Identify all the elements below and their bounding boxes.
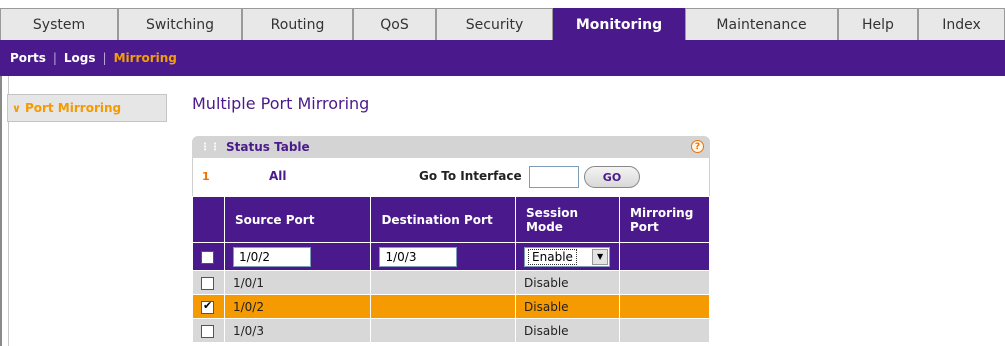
tab-routing[interactable]: Routing [242,8,353,40]
tab-maintenance[interactable]: Maintenance [685,8,838,40]
column-header-mirroring-port: Mirroring Port [619,196,710,243]
session-mode-cell: Disable [515,270,621,295]
pager-row: 1 All Go To Interface GO [192,158,710,196]
select-column-header [192,196,225,243]
table-header-row: Source Port Destination Port Session Mod… [192,196,710,243]
help-icon[interactable]: ? [691,140,704,153]
tab-switching[interactable]: Switching [118,8,242,40]
source-port-cell: 1/0/1 [223,270,372,295]
mirroring-port-cell [619,294,710,319]
go-to-interface-input[interactable] [529,166,579,188]
tab-label: System [32,16,86,33]
tab-label: QoS [380,16,409,33]
subnav-separator: | [102,51,107,65]
page-title: Multiple Port Mirroring [192,94,370,113]
go-to-interface-label: Go To Interface [419,169,522,183]
sub-nav-bar: Ports | Logs | Mirroring [0,40,1005,76]
column-header-destination-port: Destination Port [370,196,517,243]
tab-label: Monitoring [575,16,663,33]
top-tab-bar: System Switching Routing QoS Security Mo… [0,0,1005,40]
go-button[interactable]: GO [584,166,640,188]
page-number-link[interactable]: 1 [202,170,210,183]
subnav-mirroring[interactable]: Mirroring [114,51,177,65]
edit-row-source-cell [223,242,372,271]
session-mode-select[interactable]: Enable ▼ [524,246,611,267]
row-checkbox[interactable] [201,276,214,290]
sidebar-item-label: Port Mirroring [24,101,122,115]
row-checkbox[interactable] [201,299,214,314]
dropdown-arrow-icon: ▼ [592,248,609,265]
tab-system[interactable]: System [0,8,118,40]
edit-row-session-mode-cell: Enable ▼ [515,242,621,271]
tab-security[interactable]: Security [436,8,553,40]
grip-icon: ⋮⋮ [200,141,220,153]
panel-header: ⋮⋮ Status Table ? [192,136,710,158]
column-header-source-port: Source Port [223,196,372,243]
row-checkbox[interactable] [201,324,214,338]
row-select-cell [192,270,225,295]
subnav-ports[interactable]: Ports [10,51,46,65]
edit-row: Enable ▼ [192,242,710,271]
destination-port-cell [370,318,517,343]
edit-row-select-cell [192,242,225,271]
tab-label: Switching [146,16,214,33]
mirroring-port-cell [619,318,710,343]
panel-title: Status Table [226,140,310,154]
table-row[interactable]: 1/0/2 Disable [192,294,710,319]
tab-label: Security [465,16,524,33]
destination-port-cell [370,270,517,295]
subnav-separator: | [52,51,57,65]
source-port-cell: 1/0/2 [223,294,372,319]
tab-label: Routing [270,16,325,33]
row-select-cell [192,318,225,343]
tab-label: Index [942,16,981,33]
mirroring-port-cell [619,270,710,295]
tab-label: Maintenance [716,16,807,33]
edit-row-checkbox[interactable] [201,250,214,264]
destination-port-cell [370,294,517,319]
tab-monitoring[interactable]: Monitoring [553,8,685,40]
table-row[interactable]: 1/0/3 Disable [192,318,710,343]
edit-row-mirroring-cell [619,242,710,271]
subnav-logs[interactable]: Logs [64,51,96,65]
chevron-down-icon: ∨ [12,101,21,115]
source-port-input[interactable] [232,246,311,267]
mirroring-status-table: Source Port Destination Port Session Mod… [192,196,710,343]
destination-port-input[interactable] [379,246,458,267]
status-table-panel: ⋮⋮ Status Table ? 1 All Go To Interface … [192,136,710,346]
session-mode-cell: Disable [515,318,621,343]
session-mode-cell: Disable [515,294,621,319]
sidebar-item-port-mirroring[interactable]: ∨ Port Mirroring [7,94,167,122]
tab-label: Help [862,16,894,33]
tab-help[interactable]: Help [838,8,918,40]
session-mode-select-value: Enable [528,248,577,265]
edit-row-destination-cell [370,242,517,271]
tab-qos[interactable]: QoS [353,8,436,40]
show-all-link[interactable]: All [269,169,287,183]
table-row[interactable]: 1/0/1 Disable [192,270,710,295]
column-header-session-mode: Session Mode [515,196,621,243]
row-select-cell [192,294,225,319]
source-port-cell: 1/0/3 [223,318,372,343]
tab-index[interactable]: Index [918,8,1005,40]
